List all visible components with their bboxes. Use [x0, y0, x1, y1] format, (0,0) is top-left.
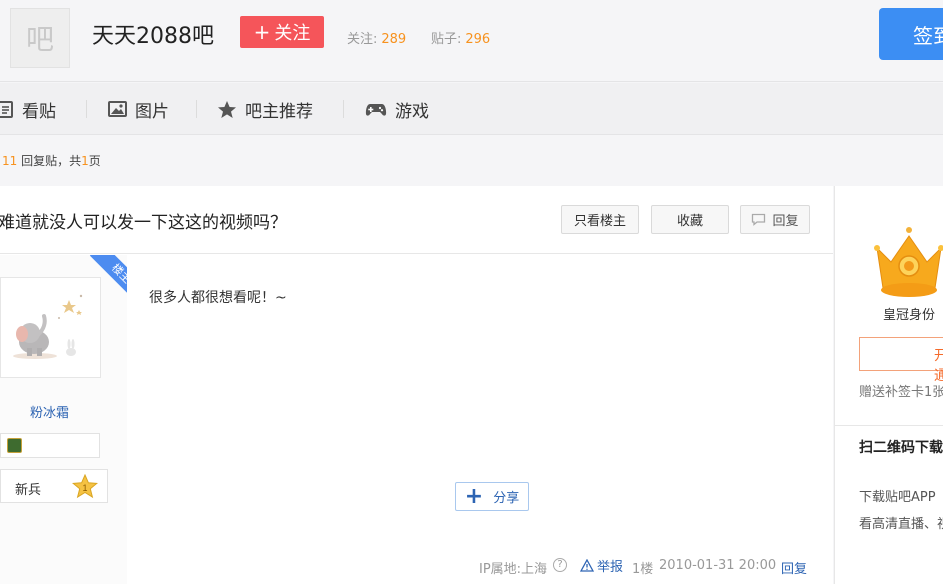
reply-button[interactable]: 回复 — [740, 205, 810, 234]
star-icon — [218, 100, 236, 118]
qr-description-2: 看高清直播、视频 — [859, 517, 943, 532]
level-number: 1 — [82, 483, 87, 493]
reply-button-label: 回复 — [772, 214, 799, 229]
favorite-button[interactable]: 收藏 — [651, 205, 729, 234]
forum-avatar-char: 吧 — [25, 23, 54, 56]
follow-button[interactable]: + 关注 — [240, 16, 324, 48]
reply-count-line: 11 回复贴，共1页 — [2, 152, 101, 169]
level-star-icon[interactable]: 1 — [71, 473, 99, 503]
right-sidebar: 皇冠身份 开通 赠送补签卡1张 扫二维码下载 下载贴吧APP 看高清直播、视频 — [834, 186, 943, 584]
tab-games[interactable]: 游戏 — [365, 83, 429, 135]
gamepad-icon — [365, 103, 387, 116]
forum-avatar[interactable]: 吧 — [10, 8, 70, 68]
tab-posts[interactable]: 看贴 — [0, 83, 56, 135]
post-content: 很多人都很想看呢！~ — [149, 290, 287, 306]
nav-divider — [86, 100, 87, 118]
share-label: 分享 — [493, 491, 520, 506]
member-badge-box — [0, 433, 100, 458]
tab-recommend[interactable]: 吧主推荐 — [217, 83, 313, 135]
post-count-label: 贴子: — [431, 32, 462, 47]
sign-in-button[interactable]: 签到 — [879, 8, 943, 60]
tab-recommend-label: 吧主推荐 — [245, 101, 313, 122]
tab-posts-label: 看贴 — [22, 101, 56, 122]
plus-icon: + — [464, 483, 484, 509]
report-link[interactable]: 举报 — [580, 556, 623, 575]
post-title: 难道就没人可以发一下这这的视频吗？ — [0, 213, 287, 233]
forum-nav: 看贴 图片 吧主推荐 游戏 — [0, 83, 943, 135]
qr-description-1: 下载贴吧APP — [859, 490, 936, 505]
post-time: 2010-01-31 20:00 — [659, 558, 777, 573]
rank-label: 新兵 — [15, 483, 42, 498]
help-icon[interactable]: ? — [553, 558, 567, 572]
only-op-button[interactable]: 只看楼主 — [561, 205, 639, 234]
forum-name[interactable]: 天天2088吧 — [92, 18, 214, 50]
nav-divider — [196, 100, 197, 118]
crown-icon — [873, 226, 943, 306]
nav-divider — [343, 100, 344, 118]
reply-link[interactable]: 回复 — [781, 558, 807, 577]
open-membership-button[interactable]: 开通 — [859, 337, 943, 384]
follow-label: 关注 — [274, 23, 311, 44]
image-icon — [108, 101, 127, 117]
floor-number: 1楼 — [632, 562, 654, 577]
follow-count-label: 关注: — [347, 32, 378, 47]
post-title-row: 难道就没人可以发一下这这的视频吗？ 只看楼主 收藏 回复 — [0, 186, 833, 254]
page-count-text: 页 — [88, 154, 101, 168]
qr-title: 扫二维码下载 — [859, 440, 943, 456]
follow-count: 关注: 289 — [347, 28, 406, 47]
doc-icon — [0, 100, 13, 118]
tab-games-label: 游戏 — [395, 101, 429, 122]
plus-icon: + — [253, 20, 271, 44]
warning-icon — [580, 559, 594, 572]
avatar[interactable] — [0, 277, 101, 378]
user-rank: 新兵 1 — [0, 469, 108, 503]
post-count: 贴子: 296 — [431, 28, 490, 47]
share-button[interactable]: + 分享 — [455, 482, 529, 511]
forum-header: 吧 天天2088吧 + 关注 关注:289 贴子:296 签到 — [0, 0, 943, 82]
post-container: 难道就没人可以发一下这这的视频吗？ 只看楼主 收藏 回复 楼主 粉冰霜 新兵 1… — [0, 186, 833, 584]
gift-text: 赠送补签卡1张 — [859, 385, 943, 400]
reply-count-text: 回复贴，共 — [21, 154, 82, 168]
ip-location: IP属地:上海 — [479, 562, 548, 577]
member-badge-icon[interactable] — [7, 438, 22, 453]
page-count: 1 — [81, 154, 89, 168]
follow-count-value: 289 — [381, 32, 407, 47]
post-count-value: 296 — [465, 32, 491, 47]
comment-icon — [752, 213, 766, 226]
sidebar-divider — [835, 425, 943, 426]
elephant-avatar-image — [13, 294, 83, 359]
author-name[interactable]: 粉冰霜 — [30, 402, 69, 421]
reply-count: 11 — [2, 154, 18, 168]
tab-images[interactable]: 图片 — [108, 83, 169, 135]
tab-images-label: 图片 — [135, 101, 169, 122]
report-label: 举报 — [597, 560, 624, 575]
crown-identity-label: 皇冠身份 — [883, 308, 936, 323]
